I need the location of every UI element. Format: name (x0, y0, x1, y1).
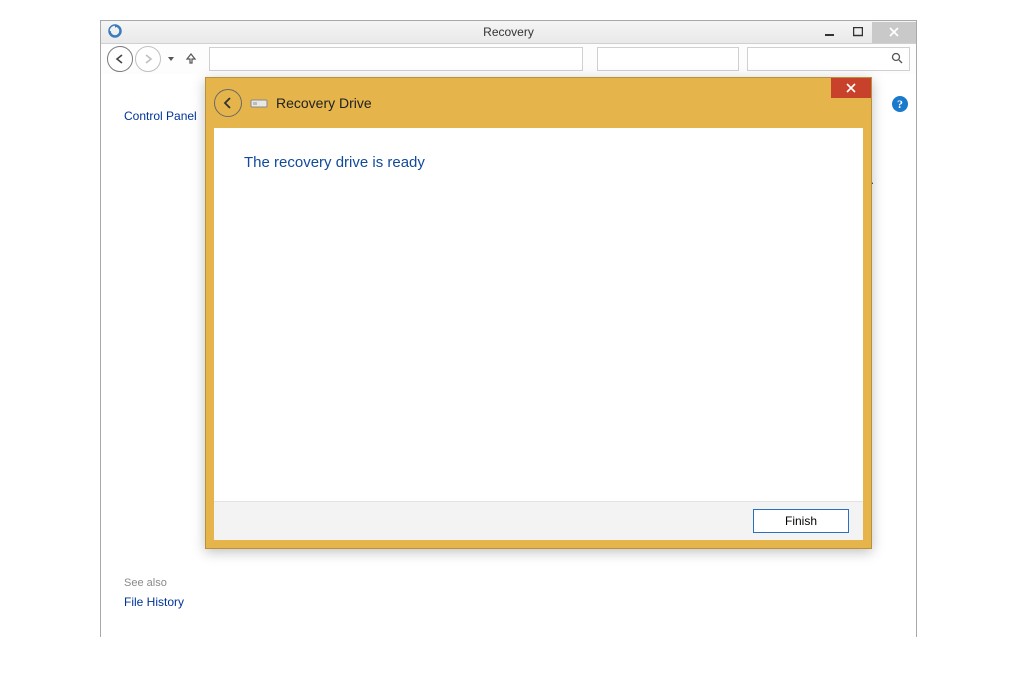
minimize-button[interactable] (816, 22, 844, 43)
window-title: Recovery (101, 25, 916, 39)
search-icon (891, 52, 903, 67)
recovery-drive-wizard: Recovery Drive The recovery drive is rea… (205, 77, 872, 549)
nav-back-button[interactable] (107, 46, 133, 72)
address-bar[interactable] (209, 47, 583, 71)
drive-icon (250, 97, 268, 109)
file-history-link[interactable]: File History (124, 595, 184, 609)
nav-toolbar (101, 44, 916, 74)
breadcrumb-control-panel-link[interactable]: Control Panel (124, 109, 197, 123)
search-box[interactable] (747, 47, 910, 71)
wizard-title: Recovery Drive (276, 95, 372, 111)
breadcrumb: Control Panel (124, 109, 197, 123)
see-also-section: See also File History (124, 577, 184, 609)
titlebar[interactable]: Recovery (101, 21, 916, 44)
help-icon[interactable]: ? (892, 96, 908, 112)
wizard-titlebar[interactable]: Recovery Drive (206, 78, 871, 128)
wizard-back-button[interactable] (214, 89, 242, 117)
wizard-footer: Finish (214, 501, 863, 540)
nav-forward-button[interactable] (135, 46, 161, 72)
finish-button[interactable]: Finish (753, 509, 849, 533)
wizard-client-area: The recovery drive is ready (214, 128, 863, 501)
wizard-content: The recovery drive is ready (214, 128, 863, 501)
see-also-label: See also (124, 577, 184, 589)
address-bar-secondary[interactable] (597, 47, 739, 71)
maximize-button[interactable] (844, 22, 872, 43)
up-button[interactable] (181, 52, 201, 67)
wizard-heading: The recovery drive is ready (244, 154, 833, 171)
close-button[interactable] (872, 22, 916, 43)
recovery-icon (107, 23, 123, 42)
wizard-close-button[interactable] (831, 78, 871, 98)
recent-locations-dropdown[interactable] (163, 52, 179, 66)
